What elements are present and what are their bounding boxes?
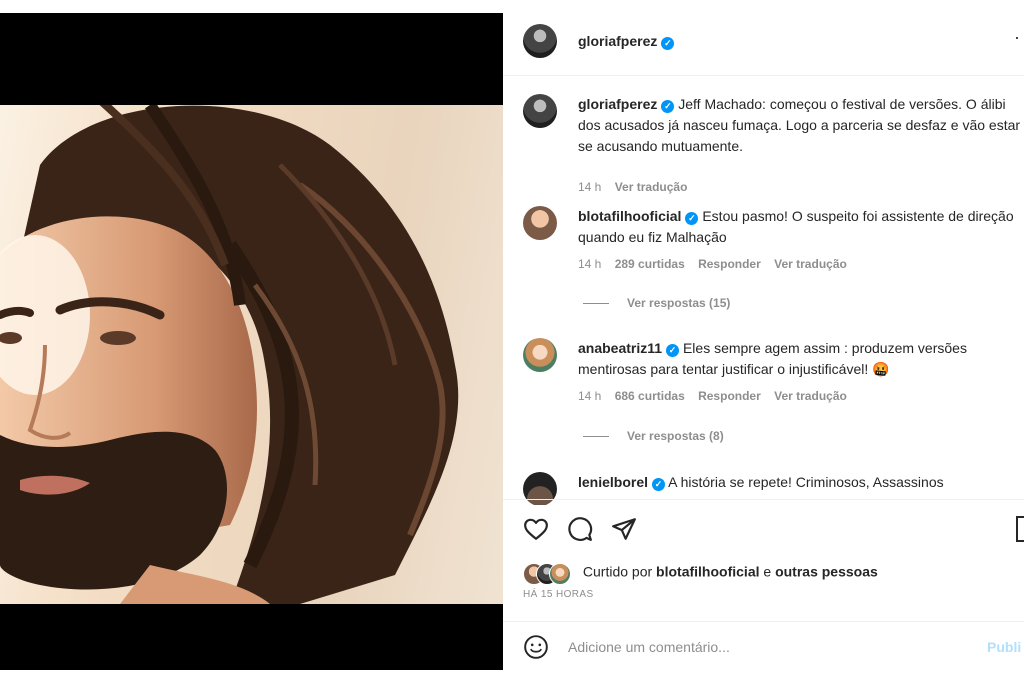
post-details-panel: gloriafperez ✓ · gloriafperez ✓ Jeff Macha…: [503, 13, 1024, 670]
speech-bubble-icon[interactable]: [567, 516, 593, 542]
author-name-row: gloriafperez ✓: [578, 33, 675, 51]
liked-by-user[interactable]: blotafilhooficial: [656, 564, 759, 580]
comment-body: gloriafperez ✓ Jeff Machado: começou o fe…: [578, 94, 1023, 157]
comments-list[interactable]: gloriafperez ✓ Jeff Machado: começou o fe…: [503, 76, 1024, 505]
view-replies-label: Ver respostas (8): [627, 429, 724, 443]
comment-username[interactable]: anabeatriz11: [578, 340, 662, 356]
commenter-avatar[interactable]: [523, 206, 557, 240]
comment-meta: 14 h 289 curtidas Responder Ver tradução: [578, 257, 857, 271]
post-header: gloriafperez ✓ ·: [503, 13, 1024, 76]
smiley-icon[interactable]: [523, 634, 549, 660]
replies-divider: [583, 436, 609, 438]
comment-likes[interactable]: 289 curtidas: [615, 257, 685, 271]
add-comment-bar: Publi: [503, 621, 1024, 671]
comment-item: anabeatriz11 ✓ Eles sempre agem assim : p…: [503, 338, 1024, 458]
caption-comment: gloriafperez ✓ Jeff Machado: começou o fe…: [503, 94, 1024, 204]
view-replies-button[interactable]: Ver respostas (15): [583, 296, 730, 310]
replies-divider: [583, 303, 609, 305]
post-timestamp[interactable]: HÁ 15 HORAS: [523, 589, 594, 600]
comment-text: A história se repete! Criminosos, Assass…: [668, 474, 944, 490]
heart-icon[interactable]: [523, 516, 549, 542]
verified-badge-icon: ✓: [661, 100, 675, 113]
comment-time[interactable]: 14 h: [578, 257, 601, 271]
comment-body: lenielborel ✓ A história se repete! Crimi…: [578, 472, 1023, 493]
portrait-illustration: [0, 105, 459, 604]
commenter-avatar[interactable]: [523, 94, 557, 128]
comment-username[interactable]: lenielborel: [578, 474, 648, 490]
comment-input[interactable]: [566, 636, 970, 658]
liker-avatars: [523, 562, 579, 585]
liker-avatar: [549, 563, 571, 585]
commenter-avatar[interactable]: [523, 338, 557, 372]
bookmark-icon[interactable]: [1016, 516, 1024, 542]
likes-summary: Curtido por blotafilhooficial e outras p…: [523, 562, 878, 586]
reply-button[interactable]: Responder: [698, 257, 761, 271]
comment-meta: 14 h 686 curtidas Responder Ver tradução: [578, 389, 857, 403]
comment-username[interactable]: blotafilhooficial: [578, 208, 681, 224]
post-media[interactable]: [0, 13, 503, 670]
liked-by-others[interactable]: outras pessoas: [775, 564, 878, 580]
see-translation-link[interactable]: Ver tradução: [774, 257, 847, 271]
verified-badge-icon: ✓: [666, 344, 680, 357]
comment-likes[interactable]: 686 curtidas: [615, 389, 685, 403]
comment-body: anabeatriz11 ✓ Eles sempre agem assim : p…: [578, 338, 1023, 380]
more-options-icon[interactable]: ·: [1014, 27, 1020, 48]
liked-by-prefix: Curtido por: [582, 563, 653, 580]
see-translation-link[interactable]: Ver tradução: [774, 389, 847, 403]
liked-by-connector: e: [763, 563, 772, 580]
see-translation-link[interactable]: Ver tradução: [615, 180, 688, 194]
verified-badge-icon: ✓: [652, 478, 666, 491]
publish-button[interactable]: Publi: [987, 639, 1021, 655]
post-photo[interactable]: [0, 105, 503, 604]
verified-badge-icon: ✓: [685, 212, 699, 225]
comment-item: blotafilhooficial ✓ Estou pasmo! O suspei…: [503, 206, 1024, 326]
verified-badge-icon: ✓: [661, 37, 675, 50]
comment-username[interactable]: gloriafperez: [578, 96, 657, 112]
comment-body: blotafilhooficial ✓ Estou pasmo! O suspei…: [578, 206, 1023, 248]
paper-plane-icon[interactable]: [611, 516, 637, 542]
view-replies-label: Ver respostas (15): [627, 296, 731, 310]
view-replies-button[interactable]: Ver respostas (8): [583, 429, 724, 443]
comment-meta: 14 h Ver tradução: [578, 180, 697, 194]
author-username[interactable]: gloriafperez: [578, 33, 657, 49]
reply-button[interactable]: Responder: [698, 389, 761, 403]
comment-time[interactable]: 14 h: [578, 180, 601, 194]
comment-time[interactable]: 14 h: [578, 389, 601, 403]
author-avatar[interactable]: [523, 24, 557, 58]
post-actions-section: Curtido por blotafilhooficial e outras p…: [503, 499, 1024, 620]
